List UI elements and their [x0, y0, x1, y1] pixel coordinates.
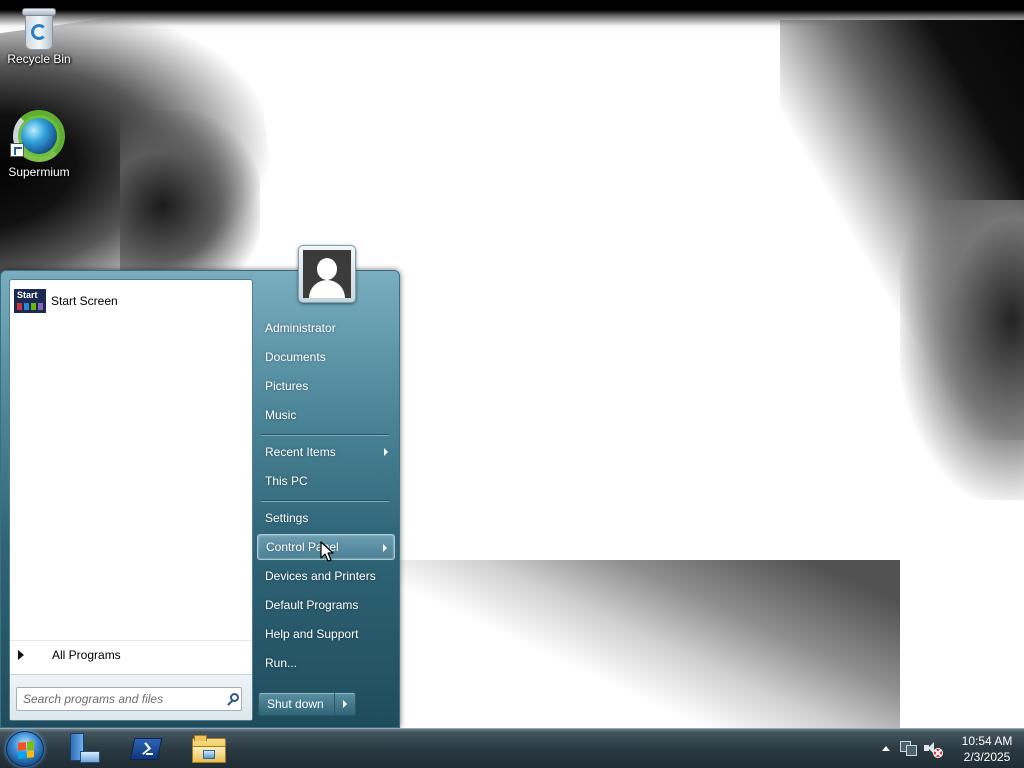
submenu-arrow-icon	[384, 448, 388, 456]
shutdown-button-group: Shut down	[258, 692, 356, 716]
recycle-bin-icon	[22, 8, 56, 50]
wallpaper-shape	[120, 110, 260, 270]
taskbar-clock[interactable]: 10:54 AM 2/3/2025	[952, 733, 1022, 765]
start-menu-programs-pane: Start Start Screen All Programs	[9, 279, 253, 721]
start-button[interactable]	[6, 731, 44, 767]
start-menu-item-this-pc[interactable]: This PC	[257, 468, 395, 494]
show-hidden-icons-icon[interactable]	[882, 746, 890, 751]
file-explorer-icon	[192, 735, 226, 763]
item-label: Devices and Printers	[265, 569, 376, 583]
start-menu-item-settings[interactable]: Settings	[257, 505, 395, 531]
start-menu-item-documents[interactable]: Documents	[257, 344, 395, 370]
taskbar-button-powershell[interactable]	[119, 731, 173, 767]
wallpaper-shape	[900, 200, 1024, 500]
mouse-cursor-icon	[320, 541, 334, 562]
user-avatar-icon	[303, 250, 351, 298]
item-label: Pictures	[265, 379, 309, 393]
shutdown-button[interactable]: Shut down	[259, 693, 335, 715]
wallpaper-shape	[380, 560, 900, 728]
start-menu: Start Start Screen All Programs Administ…	[0, 245, 400, 728]
windows-orb-icon	[18, 741, 34, 759]
shutdown-options-button[interactable]	[335, 693, 355, 715]
shortcut-arrow-icon	[10, 143, 24, 157]
search-area	[10, 674, 252, 720]
desktop-icon-supermium[interactable]: Supermium	[1, 110, 77, 179]
start-menu-item-devices-and-printers[interactable]: Devices and Printers	[257, 563, 395, 589]
user-account-picture[interactable]	[298, 245, 356, 303]
taskbar: 10:54 AM 2/3/2025	[0, 728, 1024, 768]
item-label: Music	[265, 408, 297, 422]
all-programs-label: All Programs	[52, 647, 121, 662]
desktop-icon-recycle-bin[interactable]: Recycle Bin	[1, 8, 77, 66]
network-icon[interactable]	[900, 741, 917, 756]
clock-time: 10:54 AM	[961, 734, 1013, 748]
shutdown-label: Shut down	[267, 697, 324, 711]
start-menu-item-run[interactable]: Run...	[257, 650, 395, 676]
all-programs-button[interactable]: All Programs	[10, 640, 252, 668]
item-label: Help and Support	[265, 627, 359, 641]
start-menu-item-administrator[interactable]: Administrator	[257, 315, 395, 341]
submenu-arrow-icon	[383, 544, 387, 552]
desktop-icon-label: Supermium	[8, 165, 70, 179]
item-label: Recent Items	[265, 445, 336, 459]
start-menu-item-pictures[interactable]: Pictures	[257, 373, 395, 399]
start-menu-item-label: Start Screen	[51, 294, 118, 308]
taskbar-button-server-manager[interactable]	[58, 731, 112, 767]
search-icon[interactable]	[230, 693, 239, 702]
start-menu-item-start-screen[interactable]: Start Start Screen	[14, 288, 250, 314]
item-label: This PC	[265, 474, 308, 488]
start-menu-item-music[interactable]: Music	[257, 402, 395, 428]
start-menu-item-help-and-support[interactable]: Help and Support	[257, 621, 395, 647]
server-manager-icon	[68, 733, 102, 765]
menu-separator	[261, 500, 389, 502]
start-screen-tile-icon: Start	[14, 289, 46, 313]
expand-arrow-icon	[18, 649, 24, 660]
taskbar-button-file-explorer[interactable]	[182, 731, 236, 767]
powershell-icon	[129, 738, 163, 760]
menu-separator	[261, 434, 389, 436]
desktop-icon-label: Recycle Bin	[7, 52, 71, 66]
item-label: Documents	[265, 350, 326, 364]
tile-text: Start	[17, 290, 38, 300]
start-menu-item-recent-items[interactable]: Recent Items	[257, 439, 395, 465]
volume-muted-icon[interactable]	[924, 741, 943, 758]
item-label: Administrator	[265, 321, 336, 335]
system-tray: 10:54 AM 2/3/2025	[864, 729, 1024, 768]
item-label: Run...	[265, 656, 298, 670]
supermium-browser-icon	[10, 110, 65, 162]
item-label: Default Programs	[265, 598, 359, 612]
search-input[interactable]	[16, 687, 242, 711]
clock-date: 2/3/2025	[963, 750, 1011, 764]
start-menu-item-default-programs[interactable]: Default Programs	[257, 592, 395, 618]
item-label: Settings	[265, 511, 309, 525]
